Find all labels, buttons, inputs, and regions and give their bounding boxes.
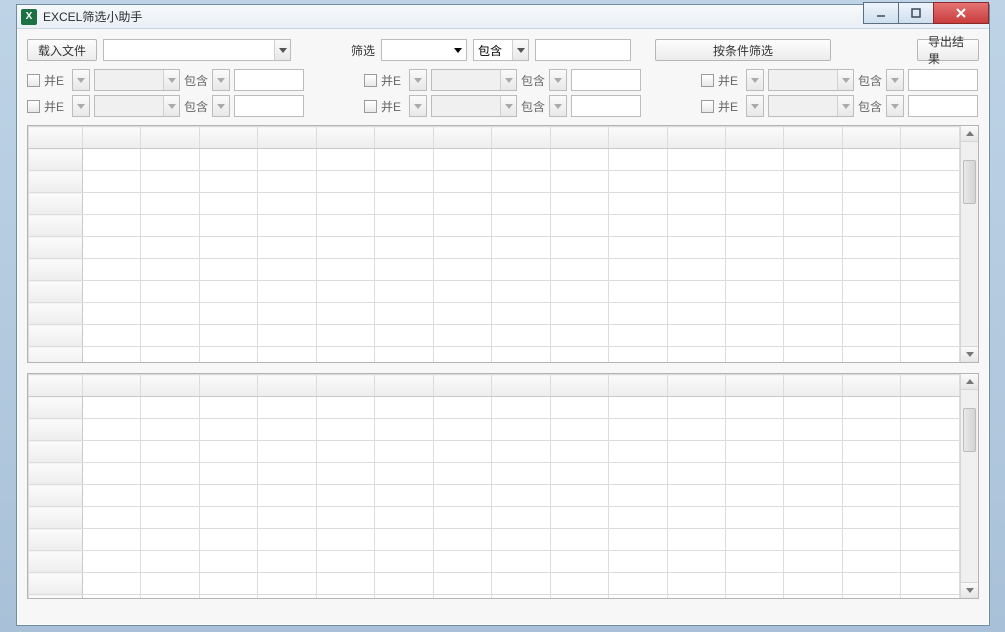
value-input[interactable]: [908, 69, 978, 91]
scroll-down-icon[interactable]: [961, 346, 978, 362]
logic-combo[interactable]: [746, 69, 764, 91]
logic-combo[interactable]: [72, 95, 90, 117]
and-label: 并E: [718, 98, 742, 115]
maximize-button[interactable]: [898, 2, 934, 24]
condition-1-1: 并E 包含: [27, 69, 304, 91]
filter-conditions-area: 并E 包含 并E 包含: [27, 69, 979, 117]
condition-2-2: 并E 包含: [364, 95, 641, 117]
condition-checkbox[interactable]: [701, 100, 714, 113]
field-combo[interactable]: [94, 69, 180, 91]
op-combo[interactable]: [212, 69, 230, 91]
contains-label: 包含: [858, 72, 882, 89]
filter-column-combo[interactable]: [381, 39, 467, 61]
and-label: 并E: [381, 72, 405, 89]
and-label: 并E: [718, 72, 742, 89]
minimize-button[interactable]: [863, 2, 899, 24]
value-input[interactable]: [908, 95, 978, 117]
field-combo[interactable]: [94, 95, 180, 117]
contains-label: 包含: [521, 98, 545, 115]
logic-combo[interactable]: [72, 69, 90, 91]
field-combo[interactable]: [431, 95, 517, 117]
close-button[interactable]: [933, 2, 989, 24]
contains-label: 包含: [521, 72, 545, 89]
field-combo[interactable]: [431, 69, 517, 91]
condition-1-2: 并E 包含: [27, 95, 304, 117]
and-label: 并E: [381, 98, 405, 115]
window-title: EXCEL筛选小助手: [43, 8, 142, 25]
scrollbar-vertical[interactable]: [960, 374, 978, 598]
app-window: X EXCEL筛选小助手 载入文件 筛选: [16, 4, 990, 626]
scrollbar-vertical[interactable]: [960, 126, 978, 362]
logic-combo[interactable]: [409, 95, 427, 117]
scroll-up-icon[interactable]: [961, 126, 978, 142]
condition-checkbox[interactable]: [701, 74, 714, 87]
op-combo[interactable]: [549, 69, 567, 91]
export-results-button[interactable]: 导出结果: [917, 39, 979, 61]
window-controls: [864, 2, 989, 24]
value-input[interactable]: [234, 69, 304, 91]
contains-label: 包含: [858, 98, 882, 115]
op-combo[interactable]: [549, 95, 567, 117]
contains-label: 包含: [184, 98, 208, 115]
condition-checkbox[interactable]: [364, 74, 377, 87]
result-grid[interactable]: [27, 373, 979, 599]
filter-label: 筛选: [351, 42, 375, 59]
filter-operator-combo[interactable]: 包含: [473, 39, 529, 61]
source-grid[interactable]: [27, 125, 979, 363]
condition-2-1: 并E 包含: [364, 69, 641, 91]
condition-checkbox[interactable]: [364, 100, 377, 113]
value-input[interactable]: [571, 95, 641, 117]
op-combo[interactable]: [886, 95, 904, 117]
logic-combo[interactable]: [746, 95, 764, 117]
title-bar: X EXCEL筛选小助手: [17, 5, 989, 29]
logic-combo[interactable]: [409, 69, 427, 91]
apply-filter-button[interactable]: 按条件筛选: [655, 39, 831, 61]
op-combo[interactable]: [212, 95, 230, 117]
scroll-thumb[interactable]: [963, 408, 976, 452]
field-combo[interactable]: [768, 95, 854, 117]
contains-label: 包含: [184, 72, 208, 89]
value-input[interactable]: [571, 69, 641, 91]
field-combo[interactable]: [768, 69, 854, 91]
scroll-thumb[interactable]: [963, 160, 976, 204]
op-combo[interactable]: [886, 69, 904, 91]
file-combo[interactable]: [103, 39, 291, 61]
load-file-button[interactable]: 载入文件: [27, 39, 97, 61]
condition-checkbox[interactable]: [27, 100, 40, 113]
app-icon: X: [21, 9, 37, 25]
filter-value-input[interactable]: [535, 39, 631, 61]
value-input[interactable]: [234, 95, 304, 117]
and-label: 并E: [44, 98, 68, 115]
scroll-down-icon[interactable]: [961, 582, 978, 598]
toolbar-row-main: 载入文件 筛选 包含 按条件筛选 导出结果: [27, 39, 979, 61]
condition-3-1: 并E 包含: [701, 69, 978, 91]
content-area: 载入文件 筛选 包含 按条件筛选 导出结果 并E: [17, 29, 989, 605]
condition-checkbox[interactable]: [27, 74, 40, 87]
scroll-up-icon[interactable]: [961, 374, 978, 390]
and-label: 并E: [44, 72, 68, 89]
condition-3-2: 并E 包含: [701, 95, 978, 117]
